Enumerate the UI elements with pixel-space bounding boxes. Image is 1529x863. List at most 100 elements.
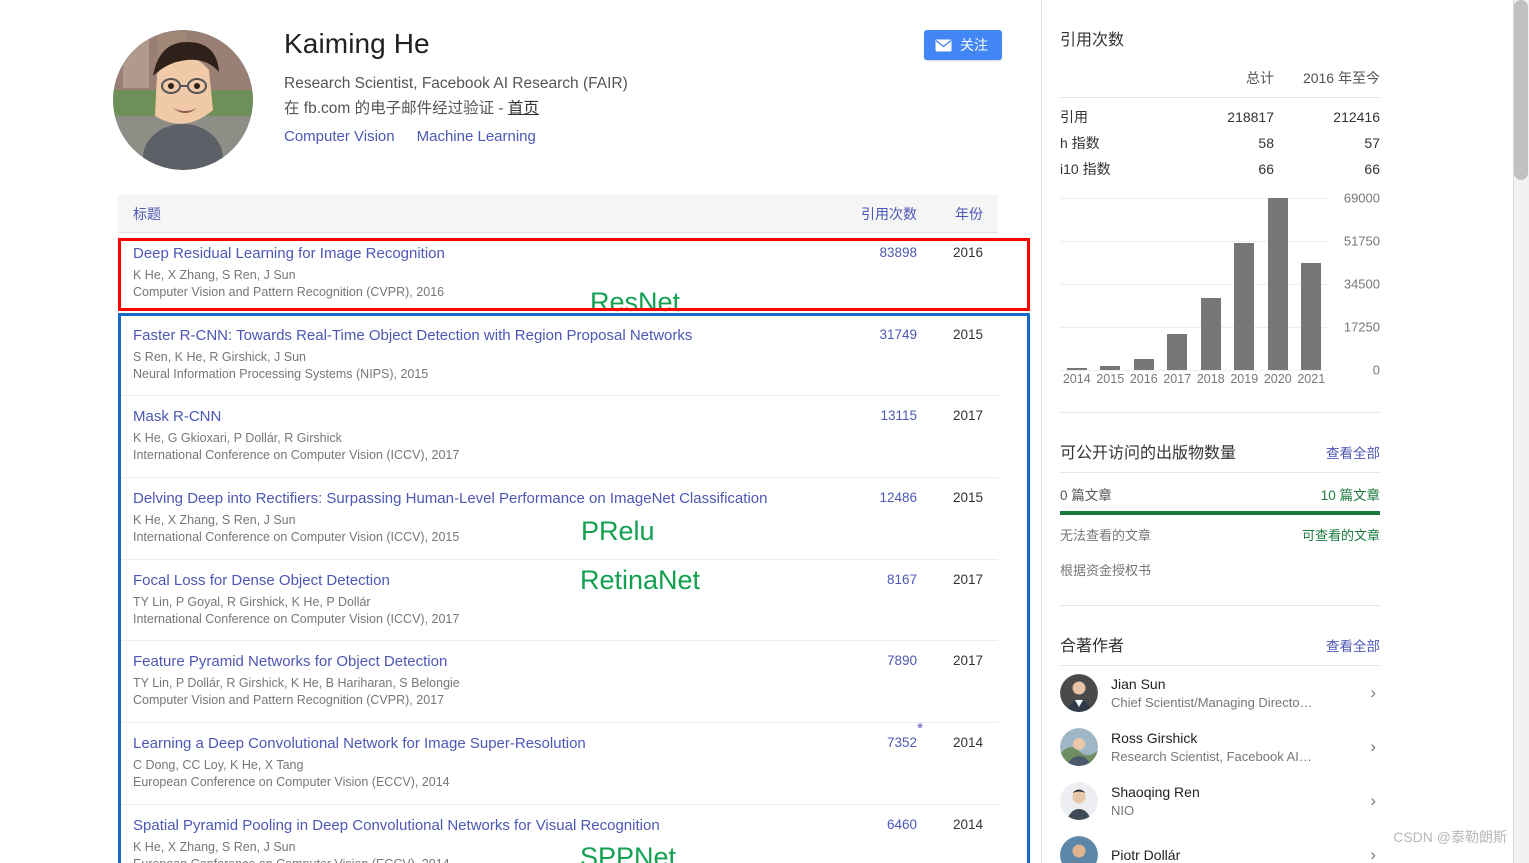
list-item[interactable]: Shaoqing Ren NIO › — [1060, 774, 1380, 828]
scrollbar-thumb[interactable] — [1514, 0, 1528, 180]
page-scrollbar[interactable] — [1513, 0, 1529, 863]
chart-bar-slot[interactable] — [1127, 198, 1161, 370]
publication-title[interactable]: Spatial Pyramid Pooling in Deep Convolut… — [133, 816, 815, 836]
homepage-link[interactable]: 首页 — [508, 100, 539, 117]
chevron-right-icon[interactable]: › — [1370, 791, 1380, 811]
publication-title[interactable]: Faster R-CNN: Towards Real-Time Object D… — [133, 326, 815, 346]
metric-since: 57 — [1364, 135, 1380, 151]
publication-title[interactable]: Mask R-CNN — [133, 407, 815, 427]
chart-bar-slot[interactable] — [1161, 198, 1195, 370]
publication-cited-by[interactable]: 31749 — [825, 326, 917, 383]
avatar[interactable] — [113, 30, 253, 170]
list-item[interactable]: Piotr Dollár › — [1060, 828, 1380, 863]
chart-bar-slot[interactable] — [1295, 198, 1329, 370]
chart-y-tick-label: 51750 — [1343, 233, 1380, 249]
publication-cited-by[interactable]: 12486 — [825, 489, 917, 546]
metric-label: h 指数 — [1060, 135, 1100, 151]
public-access-labels: 无法查看的文章 可查看的文章 — [1060, 515, 1380, 544]
column-header-cited-by[interactable]: 引用次数 — [825, 204, 917, 224]
public-access-note: 根据资金授权书 — [1060, 563, 1152, 578]
interest-tag-machine-learning[interactable]: Machine Learning — [417, 128, 536, 145]
chart-bar-slot[interactable] — [1261, 198, 1295, 370]
chevron-right-icon[interactable]: › — [1370, 845, 1380, 863]
profile-interests: Computer Vision Machine Learning — [284, 128, 904, 145]
chart-bar-slot[interactable] — [1094, 198, 1128, 370]
publication-venue: Neural Information Processing Systems (N… — [133, 366, 429, 381]
watermark: CSDN @泰勒朗斯 — [1393, 829, 1507, 845]
profile-affiliation: Research Scientist, Facebook AI Research… — [284, 75, 628, 92]
chart-bar-slot[interactable] — [1060, 198, 1094, 370]
publication-title[interactable]: Focal Loss for Dense Object Detection — [133, 571, 815, 591]
publication-cited-by[interactable]: 83898 — [825, 244, 917, 301]
public-access-view-all-link[interactable]: 查看全部 — [1326, 442, 1380, 462]
chart-bar-2020[interactable] — [1267, 198, 1288, 370]
chevron-right-icon[interactable]: › — [1370, 737, 1380, 757]
table-row[interactable]: Feature Pyramid Networks for Object Dete… — [118, 641, 998, 724]
chart-bar-2016[interactable] — [1133, 358, 1154, 370]
chart-bar-slot[interactable] — [1228, 198, 1262, 370]
publication-authors: K He, X Zhang, S Ren, J Sun — [133, 839, 296, 854]
publication-year: 2015 — [952, 326, 983, 342]
coauthor-name[interactable]: Shaoqing Ren — [1111, 783, 1357, 802]
chart-bar-2018[interactable] — [1200, 297, 1221, 370]
follow-button[interactable]: 关注 — [924, 30, 1002, 60]
publication-cited-by[interactable]: 8167 — [825, 571, 917, 628]
publication-authors: S Ren, K He, R Girshick, J Sun — [133, 349, 306, 364]
chart-bar-2014[interactable] — [1066, 368, 1087, 370]
publication-authors: K He, G Gkioxari, P Dollár, R Girshick — [133, 431, 342, 446]
coauthor-affiliation: NIO — [1111, 802, 1135, 818]
publication-cited-by[interactable]: 6460 — [825, 816, 917, 863]
publication-cited-by[interactable]: 13115 — [825, 407, 917, 464]
scholar-profile-page: Kaiming He Research Scientist, Facebook … — [0, 0, 1529, 863]
public-access-counts: 0 篇文章 10 篇文章 — [1060, 473, 1380, 511]
table-row[interactable]: Delving Deep into Rectifiers: Surpassing… — [118, 478, 998, 560]
chart-bar-2021[interactable] — [1301, 262, 1322, 370]
profile-header: Kaiming He Research Scientist, Facebook … — [113, 18, 1013, 170]
chart-bars[interactable] — [1060, 198, 1328, 370]
publication-cited-by[interactable]: 7352 * — [825, 720, 923, 791]
coauthor-name[interactable]: Ross Girshick — [1111, 729, 1357, 748]
chart-x-tick-label: 2019 — [1230, 372, 1259, 386]
interest-tag-computer-vision[interactable]: Computer Vision — [284, 128, 395, 145]
coauthor-name[interactable]: Jian Sun — [1111, 675, 1357, 694]
table-row[interactable]: Mask R-CNN K He, G Gkioxari, P Dollár, R… — [118, 396, 998, 479]
list-item[interactable]: Jian Sun Chief Scientist/Managing Direct… — [1060, 666, 1380, 720]
publication-title[interactable]: Learning a Deep Convolutional Network fo… — [133, 734, 815, 754]
chart-bar-2019[interactable] — [1234, 242, 1255, 370]
metric-label: i10 指数 — [1060, 161, 1111, 177]
table-row: i10 指数 66 66 — [1060, 156, 1380, 182]
verified-email-text: 在 fb.com 的电子邮件经过验证 - — [284, 100, 508, 118]
table-row[interactable]: Faster R-CNN: Towards Real-Time Object D… — [118, 315, 998, 397]
chart-y-tick-label: 34500 — [1343, 276, 1380, 292]
table-row[interactable]: Focal Loss for Dense Object Detection TY… — [118, 560, 998, 642]
chart-bar-2017[interactable] — [1167, 333, 1188, 370]
publications-table-header: 标题 引用次数 年份 — [118, 195, 998, 233]
list-item[interactable]: Ross Girshick Research Scientist, Facebo… — [1060, 720, 1380, 774]
coauthors-view-all-link[interactable]: 查看全部 — [1326, 635, 1380, 655]
metric-total: 58 — [1258, 135, 1274, 151]
column-header-title[interactable]: 标题 — [133, 204, 825, 224]
column-header-year[interactable]: 年份 — [917, 204, 983, 224]
chart-y-tick-label: 69000 — [1343, 190, 1380, 206]
public-access-available-count[interactable]: 10 篇文章 — [1321, 484, 1380, 504]
chart-x-tick-label: 2014 — [1062, 372, 1091, 386]
metric-label: 引用 — [1060, 109, 1088, 125]
chart-bar-2015[interactable] — [1100, 366, 1121, 370]
chevron-right-icon[interactable]: › — [1370, 683, 1380, 703]
chart-y-tick-label: 0 — [1372, 362, 1380, 378]
chart-x-axis: 2014 2015 2016 2017 2018 2019 2020 2021 — [1060, 372, 1328, 386]
publication-venue: European Conference on Computer Vision (… — [133, 774, 450, 789]
publication-cited-by[interactable]: 7890 — [825, 652, 917, 709]
table-row[interactable]: Deep Residual Learning for Image Recogni… — [118, 233, 998, 317]
table-row[interactable]: Learning a Deep Convolutional Network fo… — [118, 720, 998, 805]
publication-venue: Computer Vision and Pattern Recognition … — [133, 693, 445, 708]
table-row[interactable]: Spatial Pyramid Pooling in Deep Convolut… — [118, 805, 998, 863]
publication-title[interactable]: Delving Deep into Rectifiers: Surpassing… — [133, 489, 815, 509]
coauthor-name[interactable]: Piotr Dollár — [1111, 846, 1357, 863]
table-row: 引用 218817 212416 — [1060, 98, 1380, 131]
publication-title[interactable]: Deep Residual Learning for Image Recogni… — [133, 244, 815, 264]
cited-by-count: 13115 — [880, 408, 917, 424]
chart-bar-slot[interactable] — [1194, 198, 1228, 370]
citations-heading: 引用次数 — [1060, 32, 1125, 49]
publication-title[interactable]: Feature Pyramid Networks for Object Dete… — [133, 652, 815, 672]
